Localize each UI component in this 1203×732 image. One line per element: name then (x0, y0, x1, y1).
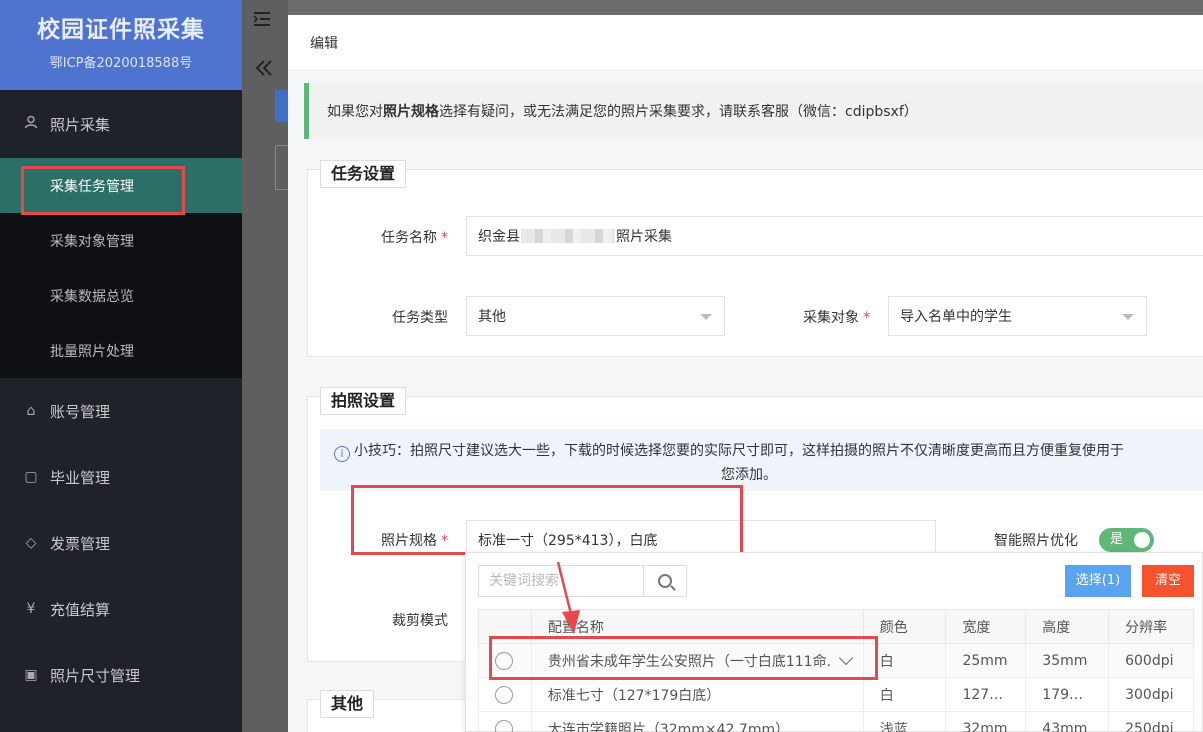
table-row[interactable]: 大连市学籍照片（32mm×42.7mm） 浅蓝 32mm 43mm 250dpi (478, 711, 1194, 732)
search-button[interactable] (643, 565, 687, 597)
crop-mode-label: 裁剪模式 (392, 613, 448, 629)
redacted-text (521, 229, 615, 243)
row-height: 43mm (1025, 711, 1110, 732)
sidebar-item-label: 采集数据总览 (50, 288, 134, 305)
row-width: 127… (945, 677, 1027, 712)
row-name: 标准七寸（127*179白底） (530, 677, 864, 712)
photo-spec-label: 照片规格 * (381, 533, 448, 549)
chevron-down-icon (1122, 314, 1134, 320)
sidebar-item-label: 采集任务管理 (50, 178, 134, 195)
indent-icon[interactable] (252, 9, 272, 34)
sidebar-item-account[interactable]: ⌂ 账号管理 (0, 378, 242, 444)
submenu: 采集任务管理 采集对象管理 采集数据总览 批量照片处理 (0, 158, 242, 378)
sidebar: 校园证件照采集 鄂ICP备2020018588号 照片采集 采集任务管理 采集对… (0, 0, 242, 732)
row-color: 白 (862, 643, 947, 678)
smart-optimize-label: 智能照片优化 (994, 533, 1078, 549)
brand-header: 校园证件照采集 鄂ICP备2020018588号 (0, 0, 242, 90)
tip-text-continued: 您添加。 (721, 467, 777, 483)
row-radio[interactable] (495, 685, 513, 704)
smart-optimize-toggle[interactable]: 是 (1099, 528, 1154, 552)
info-icon: i (334, 446, 350, 462)
row-color: 白 (862, 677, 947, 712)
sidebar-item-batch-processing[interactable]: 批量照片处理 (0, 323, 242, 378)
sidebar-item-label: 采集对象管理 (50, 233, 134, 250)
notice-banner: 如果您对 照片规格 选择有疑问，或无法满足您的照片采集要求，请联系客服（微信：cdi… (304, 83, 1203, 139)
collection-target-label: 采集对象 * (803, 310, 870, 326)
row-color: 浅蓝 (862, 711, 947, 732)
tip-text: 小技巧：拍照尺寸建议选大一些，下载的时候选择您要的实际尺寸即可，这样拍摄的照片不… (354, 443, 1124, 459)
toggle-knob (1134, 532, 1150, 548)
sidebar-item-recharge[interactable]: ¥ 充值结算 (0, 576, 242, 642)
annotation-arrow-icon (556, 561, 580, 634)
row-radio[interactable] (495, 719, 513, 732)
brand-title: 校园证件照采集 (37, 17, 205, 43)
image-icon: ▣ (24, 667, 38, 683)
menu-item-label: 照片采集 (50, 115, 111, 134)
clear-button[interactable]: 清空 (1142, 565, 1194, 597)
section-legend: 任务设置 (320, 160, 407, 188)
home-icon: ⌂ (26, 403, 36, 419)
task-name-label: 任务名称 * (381, 230, 448, 246)
icp-number: 鄂ICP备2020018588号 (49, 56, 193, 71)
sidebar-item-label: 账号管理 (50, 402, 111, 421)
task-name-input[interactable]: 织金县 照片采集 (466, 216, 1203, 256)
row-dpi: 300dpi (1108, 677, 1194, 712)
sidebar-item-label: 充值结算 (50, 600, 111, 619)
sidebar-item-task-management[interactable]: 采集任务管理 (0, 158, 242, 213)
row-height: 179… (1025, 677, 1110, 712)
background-input (275, 145, 289, 190)
notice-prefix: 如果您对 (327, 104, 383, 120)
section-legend: 拍照设置 (320, 387, 407, 415)
task-settings-section: 任务设置 任务名称 * 织金县 照片采集 任务类型 其他 采集对象 * 导入名单中的学… (307, 160, 1203, 357)
sidebar-item-invoice[interactable]: ◇ 发票管理 (0, 510, 242, 576)
row-dpi: 250dpi (1108, 711, 1194, 732)
notice-suffix: 选择有疑问，或无法满足您的照片采集要求，请联系客服（微信：cdipbsxf） (439, 104, 918, 120)
row-name: 贵州省未成年学生公安照片（一寸白底111命. (547, 653, 832, 670)
yen-icon: ¥ (26, 601, 36, 617)
row-name: 大连市学籍照片（32mm×42.7mm） (530, 711, 864, 732)
table-header: 颜色 (862, 609, 947, 644)
select-button[interactable]: 选择(1) (1065, 565, 1131, 597)
sidebar-item-label: 照片尺寸管理 (50, 666, 141, 685)
row-dpi: 600dpi (1108, 643, 1194, 678)
sidebar-item-label: 毕业管理 (50, 468, 111, 487)
chevron-down-icon[interactable] (838, 650, 854, 665)
menu-item-photo-collection[interactable]: 照片采集 (0, 90, 242, 158)
table-row[interactable]: 贵州省未成年学生公安照片（一寸白底111命. 白 25mm 35mm 600dp… (478, 643, 1194, 678)
sidebar-item-data-overview[interactable]: 采集数据总览 (0, 268, 242, 323)
table-header: 高度 (1025, 609, 1110, 644)
row-radio[interactable] (495, 651, 513, 670)
table-header: 分辨率 (1108, 609, 1194, 644)
menu-group-photo-collection: 照片采集 采集任务管理 采集对象管理 采集数据总览 批量照片处理 (0, 90, 242, 378)
search-icon (658, 574, 672, 588)
collection-target-select[interactable]: 导入名单中的学生 (888, 296, 1147, 336)
document-icon: ▢ (24, 469, 38, 485)
task-type-select[interactable]: 其他 (466, 296, 725, 336)
task-type-label: 任务类型 (392, 310, 448, 326)
table-row[interactable]: 标准七寸（127*179白底） 白 127… 179… 300dpi (478, 677, 1194, 712)
row-height: 35mm (1025, 643, 1110, 678)
sidebar-item-object-management[interactable]: 采集对象管理 (0, 213, 242, 268)
modal-title: 编辑 (288, 15, 1203, 71)
row-width: 25mm (945, 643, 1027, 678)
row-width: 32mm (945, 711, 1027, 732)
sidebar-item-label: 批量照片处理 (50, 343, 134, 360)
tip-banner: i 小技巧：拍照尺寸建议选大一些，下载的时候选择您要的实际尺寸即可，这样拍摄的照片… (320, 429, 1203, 491)
chevron-down-icon (700, 314, 712, 320)
section-legend: 其他 (320, 690, 375, 718)
sidebar-item-photo-size[interactable]: ▣ 照片尺寸管理 (0, 642, 242, 708)
table-header-select (478, 609, 532, 644)
background-button (275, 90, 289, 122)
notice-bold: 照片规格 (383, 104, 439, 120)
user-icon (22, 115, 40, 133)
tag-icon: ◇ (25, 535, 37, 551)
sidebar-item-graduation[interactable]: ▢ 毕业管理 (0, 444, 242, 510)
sidebar-item-label: 发票管理 (50, 534, 111, 553)
double-chevron-left-icon[interactable] (254, 58, 274, 83)
table-header: 宽度 (945, 609, 1027, 644)
